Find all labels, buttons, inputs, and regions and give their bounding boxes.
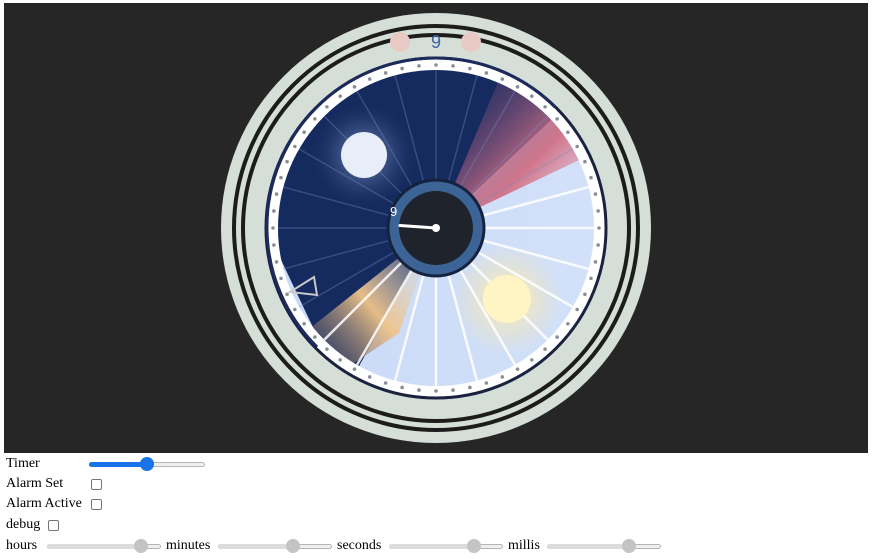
minute-dot — [593, 192, 598, 196]
debug-checkbox[interactable] — [48, 520, 59, 531]
alarm-set-checkbox[interactable] — [91, 479, 102, 490]
minute-dot — [293, 307, 297, 312]
debug-row: debug — [6, 515, 40, 535]
minute-dot — [417, 64, 421, 68]
minute-dot — [575, 144, 579, 149]
hours-label: hours — [6, 538, 38, 553]
minute-dot — [400, 385, 404, 390]
minute-dot — [589, 276, 593, 281]
minutes-slider[interactable] — [218, 538, 332, 554]
minute-dot — [451, 388, 455, 392]
alarm-set-label: Alarm Set — [6, 476, 64, 491]
minute-dot — [530, 94, 534, 98]
minute-dot — [566, 130, 570, 134]
minute-dot — [352, 85, 357, 89]
millis-slider-thumb[interactable] — [622, 539, 636, 553]
clock-face: 9 9 — [221, 13, 651, 443]
minute-dot — [302, 130, 306, 134]
minute-dot — [566, 322, 570, 326]
minutes-slider-thumb[interactable] — [286, 539, 300, 553]
minute-dot — [338, 94, 342, 98]
minute-dot — [500, 77, 505, 81]
timer-label: Timer — [6, 456, 40, 471]
minute-dot — [515, 85, 520, 89]
minute-dot — [543, 105, 547, 109]
debug-label: debug — [6, 517, 41, 532]
timer-slider-thumb[interactable] — [140, 457, 154, 471]
minute-dot — [583, 159, 587, 164]
minute-dot — [417, 388, 421, 392]
minute-dot — [575, 307, 579, 312]
minute-dot — [468, 385, 472, 390]
minute-dot — [367, 375, 372, 379]
seconds-slider[interactable] — [389, 538, 503, 554]
minute-dot — [285, 292, 289, 297]
minute-dot — [484, 71, 489, 75]
minute-dot — [279, 276, 283, 281]
minute-dot — [302, 322, 306, 326]
minute-dot — [515, 367, 520, 371]
minutes-label: minutes — [166, 538, 211, 553]
minute-dot — [325, 347, 329, 351]
minute-dot — [383, 71, 388, 75]
minute-dot — [468, 66, 472, 71]
minute-dot — [596, 243, 600, 247]
alarm-set-row: Alarm Set — [6, 474, 63, 494]
minute-dot — [325, 105, 329, 109]
right-knob[interactable] — [461, 32, 481, 52]
millis-label: millis — [508, 538, 540, 553]
minute-dot — [313, 335, 317, 339]
hub-pin — [432, 224, 440, 232]
minute-dot — [352, 367, 357, 371]
minute-dot — [583, 292, 587, 297]
minute-dot — [285, 159, 289, 164]
minute-dot — [272, 243, 276, 247]
sun — [483, 275, 531, 323]
left-knob[interactable] — [390, 32, 410, 52]
seconds-slider-thumb[interactable] — [467, 539, 481, 553]
timer-slider[interactable] — [89, 456, 205, 472]
minute-dot — [543, 347, 547, 351]
hours-slider[interactable] — [47, 538, 161, 554]
top-number: 9 — [431, 32, 441, 52]
minute-dot — [271, 226, 275, 230]
minute-dot — [434, 389, 438, 393]
minute-dot — [555, 117, 559, 121]
alarm-active-row: Alarm Active — [6, 494, 82, 514]
timer-row: Timer — [6, 454, 40, 474]
alarm-active-label: Alarm Active — [6, 496, 82, 511]
minute-dot — [338, 358, 342, 362]
partial-digit: 9 — [390, 204, 397, 219]
minute-dot — [589, 175, 593, 180]
hours-slider-thumb[interactable] — [134, 539, 148, 553]
minute-dot — [313, 117, 317, 121]
alarm-active-checkbox[interactable] — [91, 499, 102, 510]
millis-slider[interactable] — [547, 538, 661, 554]
minute-dot — [451, 64, 455, 68]
minute-dot — [400, 66, 404, 71]
minute-dot — [279, 175, 283, 180]
seconds-label: seconds — [337, 538, 382, 553]
minute-dot — [383, 381, 388, 385]
minute-dot — [434, 63, 438, 67]
minute-dot — [530, 358, 534, 362]
minute-dot — [596, 209, 600, 213]
minute-dot — [274, 192, 279, 196]
moon — [341, 132, 387, 178]
minute-dot — [500, 375, 505, 379]
minute-dot — [555, 335, 559, 339]
clock-canvas: 9 9 — [4, 3, 868, 453]
minute-dot — [293, 144, 297, 149]
minute-dot — [593, 260, 598, 264]
minute-dot — [272, 209, 276, 213]
minute-dot — [274, 260, 279, 264]
minute-dot — [367, 77, 372, 81]
minute-dot — [484, 381, 489, 385]
minute-dot — [597, 226, 601, 230]
